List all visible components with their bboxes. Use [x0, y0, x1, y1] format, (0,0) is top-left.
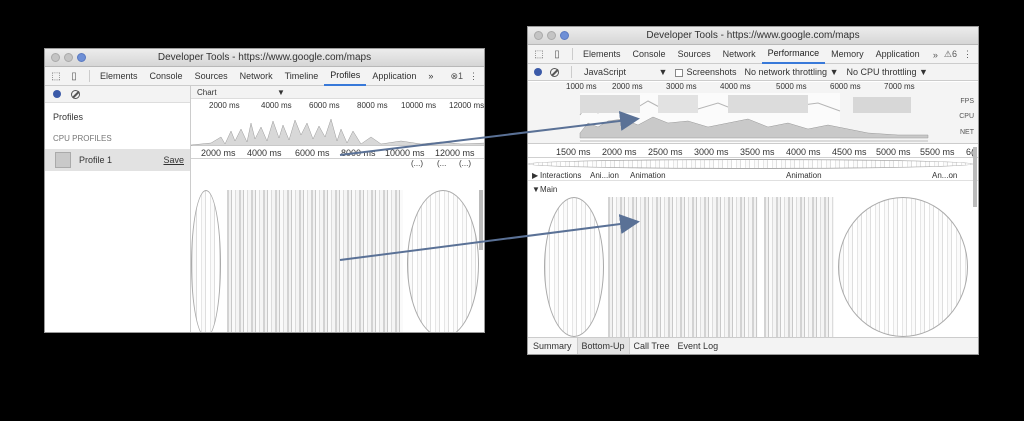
- left-tabbar: ⬚ ▯ Elements Console Sources Network Tim…: [45, 67, 484, 86]
- inspect-element-icon[interactable]: ⬚: [49, 69, 63, 83]
- vertical-scrollbar[interactable]: [973, 147, 977, 207]
- performance-toolbar: JavaScript ▼ Screenshots No network thro…: [528, 64, 978, 81]
- menu-dots-icon[interactable]: ⋮: [963, 49, 972, 60]
- more-tabs-button[interactable]: »: [422, 67, 439, 86]
- right-titlebar: Developer Tools - https://www.google.com…: [528, 27, 978, 45]
- tab-event-log[interactable]: Event Log: [674, 341, 723, 351]
- error-count-badge[interactable]: ⊗1: [450, 71, 463, 82]
- tab-elements[interactable]: Elements: [94, 67, 144, 86]
- tab-bottom-up[interactable]: Bottom-Up: [576, 337, 630, 354]
- interaction-item[interactable]: Ani...ion: [590, 171, 619, 180]
- vertical-scrollbar[interactable]: [479, 190, 483, 250]
- cpu-profiles-section: CPU PROFILES: [53, 134, 112, 143]
- error-icon: ⊗: [450, 71, 458, 81]
- device-mode-icon[interactable]: ▯: [550, 47, 564, 61]
- tab-application[interactable]: Application: [870, 45, 926, 64]
- inspect-element-icon[interactable]: ⬚: [532, 47, 546, 61]
- save-link[interactable]: Save: [163, 155, 184, 165]
- mode-select[interactable]: JavaScript ▼: [584, 67, 667, 77]
- interactions-expand-icon[interactable]: ▶: [532, 171, 538, 180]
- tab-performance[interactable]: Performance: [761, 45, 826, 64]
- profile-icon: [55, 152, 71, 168]
- net-label: NET: [960, 129, 974, 136]
- view-selector[interactable]: Chart ▼: [191, 86, 484, 99]
- main-expand-icon[interactable]: ▼: [532, 185, 540, 194]
- flame-chart-tail[interactable]: [407, 190, 479, 332]
- bottom-tabbar: Summary Bottom-Up Call Tree Event Log: [528, 337, 978, 354]
- menu-dots-icon[interactable]: ⋮: [469, 71, 478, 82]
- main-ruler: 2000 ms 4000 ms 6000 ms 8000 ms 10000 ms…: [191, 146, 484, 159]
- interactions-label: Interactions: [540, 171, 582, 180]
- frames-track[interactable]: [528, 159, 973, 169]
- left-titlebar: Developer Tools - https://www.google.com…: [45, 49, 484, 67]
- cpu-throttling-select[interactable]: No CPU throttling ▼: [846, 67, 927, 77]
- left-devtools-window: Developer Tools - https://www.google.com…: [44, 48, 485, 333]
- dropdown-arrow-icon: ▼: [829, 67, 839, 77]
- flame-chart-dense[interactable]: [608, 197, 758, 337]
- tab-network[interactable]: Network: [717, 45, 762, 64]
- interaction-item[interactable]: Animation: [786, 171, 822, 180]
- tab-timeline[interactable]: Timeline: [279, 67, 325, 86]
- network-throttling-select[interactable]: No network throttling ▼: [745, 67, 839, 77]
- dropdown-arrow-icon: ▼: [658, 67, 668, 77]
- more-tabs-button[interactable]: »: [933, 50, 938, 60]
- tab-application[interactable]: Application: [366, 67, 422, 86]
- close-window-button[interactable]: [51, 53, 60, 62]
- profiles-header: Profiles: [53, 112, 84, 122]
- clear-icon[interactable]: [550, 67, 559, 77]
- tab-console[interactable]: Console: [144, 67, 189, 86]
- record-button[interactable]: [534, 68, 542, 76]
- minimize-window-button[interactable]: [64, 53, 73, 62]
- clear-icon[interactable]: [71, 89, 80, 99]
- profile-name: Profile 1: [79, 155, 113, 165]
- interaction-item[interactable]: Animation: [630, 171, 666, 180]
- profile-1-item[interactable]: Profile 1 Save: [45, 149, 190, 171]
- tab-elements[interactable]: Elements: [577, 45, 627, 64]
- tab-sources[interactable]: Sources: [189, 67, 234, 86]
- flame-chart-dense[interactable]: [764, 197, 834, 337]
- main-ruler: 1500 ms 2000 ms 2500 ms 3000 ms 3500 ms …: [528, 145, 978, 158]
- overview-ruler: 2000 ms 4000 ms 6000 ms 8000 ms 10000 ms…: [191, 99, 484, 111]
- tab-summary[interactable]: Summary: [528, 341, 577, 351]
- tab-profiles[interactable]: Profiles: [324, 67, 367, 86]
- tab-call-tree[interactable]: Call Tree: [630, 341, 674, 351]
- interactions-track[interactable]: ▶ Interactions Ani...ion Animation Anima…: [528, 170, 978, 181]
- warning-icon: ⚠: [943, 49, 952, 59]
- flame-chart-region[interactable]: [544, 197, 604, 337]
- zoom-window-button[interactable]: [560, 31, 569, 40]
- dropdown-arrow-icon: ▼: [919, 67, 928, 77]
- warning-count-badge[interactable]: ⚠6: [944, 49, 957, 60]
- close-window-button[interactable]: [534, 31, 543, 40]
- flame-chart-dense[interactable]: [227, 190, 403, 332]
- left-window-title: Developer Tools - https://www.google.com…: [157, 52, 372, 63]
- zoom-window-button[interactable]: [77, 53, 86, 62]
- tab-console[interactable]: Console: [627, 45, 672, 64]
- ellipsis-row: (...) (... (...): [411, 159, 471, 168]
- tab-memory[interactable]: Memory: [825, 45, 870, 64]
- screenshots-toggle[interactable]: Screenshots: [675, 67, 737, 77]
- device-mode-icon[interactable]: ▯: [67, 69, 81, 83]
- profile-chart-panel: Chart ▼ 2000 ms 4000 ms 6000 ms 8000 ms …: [191, 86, 484, 332]
- record-button[interactable]: [53, 90, 61, 98]
- profiles-sidebar: Profiles CPU PROFILES Profile 1 Save: [45, 86, 191, 332]
- fps-label: FPS: [960, 98, 974, 105]
- minimize-window-button[interactable]: [547, 31, 556, 40]
- overview-chart[interactable]: [191, 111, 484, 146]
- interaction-item[interactable]: An...on: [932, 171, 957, 180]
- tab-sources[interactable]: Sources: [672, 45, 717, 64]
- right-window-title: Developer Tools - https://www.google.com…: [646, 30, 860, 41]
- checkbox-icon: [675, 68, 684, 77]
- cpu-label: CPU: [959, 113, 974, 120]
- overview-ruler: 1000 ms 2000 ms 3000 ms 4000 ms 5000 ms …: [566, 82, 915, 91]
- right-tabbar: ⬚ ▯ Elements Console Sources Network Per…: [528, 45, 978, 64]
- main-label: Main: [540, 185, 558, 194]
- main-track-header[interactable]: ▼ Main: [528, 184, 978, 195]
- performance-overview[interactable]: 1000 ms 2000 ms 3000 ms 4000 ms 5000 ms …: [528, 82, 978, 144]
- dropdown-arrow-icon: ▼: [277, 88, 285, 97]
- right-devtools-window: Developer Tools - https://www.google.com…: [527, 26, 979, 355]
- tab-network[interactable]: Network: [234, 67, 279, 86]
- flame-chart-tail[interactable]: [838, 197, 968, 337]
- flame-chart-region[interactable]: [191, 190, 221, 332]
